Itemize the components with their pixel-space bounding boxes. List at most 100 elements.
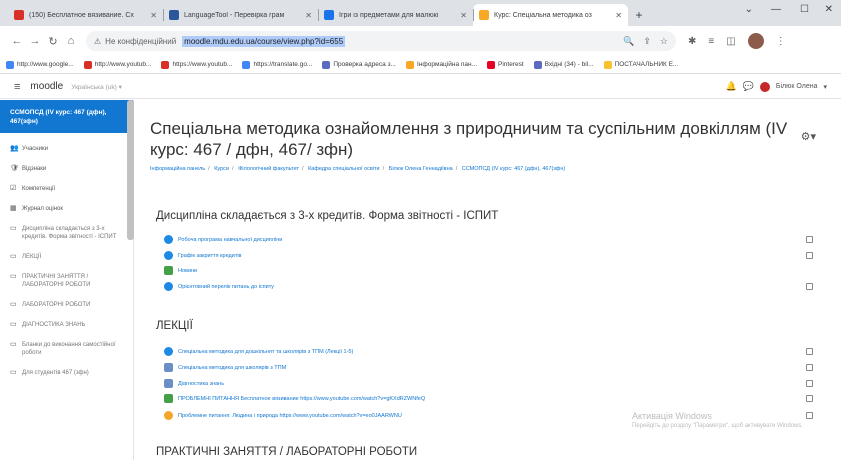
drawer-section-item[interactable]: ▭ ДІАГНОСТИКА ЗНАНЬ bbox=[0, 315, 133, 335]
drawer-section-item[interactable]: ▭ Бланки до виконання самостійної роботи bbox=[0, 335, 133, 363]
drawer-item-grades[interactable]: ▦ Журнал оцінок bbox=[0, 199, 133, 219]
minimize-icon[interactable]: — bbox=[771, 4, 781, 15]
tab-close-icon[interactable]: ✕ bbox=[460, 11, 467, 20]
profile-avatar[interactable] bbox=[747, 33, 764, 49]
bookmark-item[interactable]: Вхідні (34) - bil... bbox=[533, 60, 594, 69]
user-name[interactable]: Білюк Олена bbox=[776, 83, 818, 90]
breadcrumb-link[interactable]: Курси bbox=[214, 166, 229, 172]
page-title: Спеціальна методика ознайомлення з приро… bbox=[150, 119, 788, 159]
notifications-icon[interactable]: 🔔 bbox=[725, 81, 736, 92]
drawer-item-competencies[interactable]: ☑ Компетенції bbox=[0, 179, 133, 199]
reload-icon[interactable]: ↻ bbox=[44, 35, 62, 48]
menu-icon[interactable]: ⋮ bbox=[776, 36, 786, 47]
breadcrumb-link[interactable]: Філологічний факультет bbox=[238, 166, 299, 172]
activity-link[interactable]: Графік закриття кредитів bbox=[164, 251, 241, 260]
browser-tab-active[interactable]: Курс: Спеціальна методика оз ✕ bbox=[473, 4, 628, 26]
drawer-section-item[interactable]: ▭ ЛАБОРАТОРНІ РОБОТИ bbox=[0, 295, 133, 315]
drawer-scrollbar[interactable] bbox=[127, 100, 134, 240]
share-icon[interactable]: ⇪ bbox=[643, 36, 651, 47]
activity-link[interactable]: Проблемне питання: Людина і природа http… bbox=[164, 411, 402, 420]
completion-checkbox[interactable] bbox=[806, 283, 813, 290]
bookmark-item[interactable]: ПОСТАЧАЛЬНИК Е... bbox=[603, 60, 678, 69]
bookmarks-bar: http://www.google... http://www.youtub..… bbox=[0, 56, 841, 74]
folder-icon: ▭ bbox=[10, 273, 17, 280]
tab-favicon-icon bbox=[479, 10, 489, 20]
breadcrumb-link[interactable]: ССМОПСД (IV курс: 467 (дфн), 467(зфн) bbox=[462, 166, 565, 172]
new-tab-button[interactable]: + bbox=[628, 4, 650, 26]
document-icon bbox=[164, 363, 173, 372]
activity-link[interactable]: Робоча програма навчальної дисципліни bbox=[164, 235, 282, 244]
maximize-icon[interactable]: ☐ bbox=[800, 4, 809, 15]
bookmark-item[interactable]: https://www.youtub... bbox=[161, 60, 232, 69]
not-secure-icon[interactable]: ⚠ bbox=[94, 37, 101, 46]
zoom-icon[interactable]: 🔍 bbox=[623, 36, 634, 47]
tab-favicon-icon bbox=[324, 10, 334, 20]
drawer-section-item[interactable]: ▭ ЛЕКЦІЇ bbox=[0, 247, 133, 267]
completion-checkbox[interactable] bbox=[806, 252, 813, 259]
url-text[interactable]: moodle.mdu.edu.ua/course/view.php?id=655 bbox=[182, 35, 346, 47]
activity-link[interactable]: Новини bbox=[164, 266, 197, 275]
home-icon[interactable]: ⌂ bbox=[62, 35, 80, 47]
tab-close-icon[interactable]: ✕ bbox=[150, 11, 157, 20]
gear-icon[interactable]: ⚙▾ bbox=[801, 130, 816, 143]
tab-close-icon[interactable]: ✕ bbox=[305, 11, 312, 20]
bookmark-item[interactable]: http://www.youtub... bbox=[83, 60, 151, 69]
completion-checkbox[interactable] bbox=[806, 412, 813, 419]
extension-icon[interactable]: ✱ bbox=[688, 36, 696, 47]
activity-link[interactable]: ПРОБЛЕМНІ ПИТАННЯ Бесплатное вязивание h… bbox=[164, 394, 425, 403]
language-selector[interactable]: Українська (uk) ▾ bbox=[71, 83, 122, 91]
activity-link[interactable]: Діагностика знань bbox=[164, 379, 224, 388]
completion-checkbox[interactable] bbox=[806, 364, 813, 371]
forward-icon[interactable]: → bbox=[26, 35, 44, 47]
drawer-section-item[interactable]: ▭ Дисципліна складається з 3-х кредитів. … bbox=[0, 219, 133, 247]
breadcrumb-link[interactable]: Інформаційна панель bbox=[150, 166, 205, 172]
split-view-icon[interactable]: ◫ bbox=[726, 36, 735, 47]
breadcrumb-link[interactable]: Білюк Олена Геннадіївна bbox=[389, 166, 453, 172]
browser-tab[interactable]: (150) Бесплатное вязивание. Сх ✕ bbox=[8, 4, 163, 26]
activity-link[interactable]: Спеціальна методика для дошкільнят та шк… bbox=[164, 347, 353, 356]
activity-link[interactable]: Спеціальна методика для школярів з ТПМ bbox=[164, 363, 286, 372]
bookmark-item[interactable]: Pinterest bbox=[487, 60, 524, 69]
drawer-item-badges[interactable]: 🛡 Відзнаки bbox=[0, 159, 133, 179]
completion-checkbox[interactable] bbox=[806, 236, 813, 243]
tab-search-chevron-icon[interactable]: ⌄ bbox=[745, 4, 753, 15]
bookmark-star-icon[interactable]: ☆ bbox=[660, 36, 668, 47]
messages-icon[interactable]: 💬 bbox=[743, 81, 754, 92]
bookmark-favicon-icon bbox=[322, 60, 331, 69]
check-icon: ☑ bbox=[10, 185, 17, 192]
document-icon bbox=[164, 379, 173, 388]
url-icon bbox=[164, 347, 173, 356]
user-avatar[interactable] bbox=[759, 81, 770, 92]
completion-checkbox[interactable] bbox=[806, 348, 813, 355]
windows-activation-watermark: Активація Windows Перейдіть до розділу "… bbox=[632, 411, 803, 429]
tab-title: Ігри із предметами для малюкі bbox=[339, 11, 439, 19]
tab-title: (150) Бесплатное вязивание. Сх bbox=[29, 11, 134, 19]
drawer-item-participants[interactable]: 👥 Учасники bbox=[0, 139, 133, 159]
hamburger-menu-icon[interactable]: ≡ bbox=[14, 81, 20, 93]
browser-tab[interactable]: Ігри із предметами для малюкі ✕ bbox=[318, 4, 473, 26]
address-bar[interactable]: ⚠ Не конфіденційний moodle.mdu.edu.ua/co… bbox=[86, 31, 676, 51]
drawer-course-link[interactable]: ССМОПСД (IV курс: 467 (дфн), 467(зфн) bbox=[0, 100, 133, 133]
bookmark-item[interactable]: Проверка адреса з... bbox=[322, 60, 396, 69]
bookmark-item[interactable]: http://www.google... bbox=[6, 60, 74, 69]
breadcrumb-link[interactable]: Кафедра спеціальної освіти bbox=[308, 166, 380, 172]
browser-tab[interactable]: LanguageTool - Перевірка грам ✕ bbox=[163, 4, 318, 26]
activity-link[interactable]: Орієнтовний перелік питань до іспиту bbox=[164, 282, 274, 291]
completion-checkbox[interactable] bbox=[806, 395, 813, 402]
bookmark-favicon-icon bbox=[406, 60, 414, 69]
course-drawer: ССМОПСД (IV курс: 467 (дфн), 467(зфн) 👥 У… bbox=[0, 100, 134, 460]
drawer-section-item[interactable]: ▭ ПРАКТИЧНІ ЗАНЯТТЯ / ЛАБОРАТОРНІ РОБОТИ bbox=[0, 267, 133, 295]
folder-icon: ▭ bbox=[10, 225, 17, 232]
moodle-logo[interactable]: moodle bbox=[30, 81, 63, 92]
users-icon: 👥 bbox=[10, 145, 19, 152]
bookmark-item[interactable]: Інформаційна пан... bbox=[406, 60, 477, 69]
tab-close-icon[interactable]: ✕ bbox=[615, 11, 622, 20]
reading-list-icon[interactable]: ≡ bbox=[708, 36, 714, 47]
user-menu-chevron-icon[interactable]: ▾ bbox=[823, 83, 827, 91]
completion-checkbox[interactable] bbox=[806, 380, 813, 387]
bookmark-item[interactable]: https://translate.go... bbox=[242, 60, 312, 69]
close-window-icon[interactable]: ✕ bbox=[825, 4, 833, 15]
bookmark-favicon-icon bbox=[242, 60, 251, 69]
back-icon[interactable]: ← bbox=[8, 35, 26, 47]
drawer-section-item[interactable]: ▭ Для студентів 467 (зфн) bbox=[0, 363, 133, 383]
